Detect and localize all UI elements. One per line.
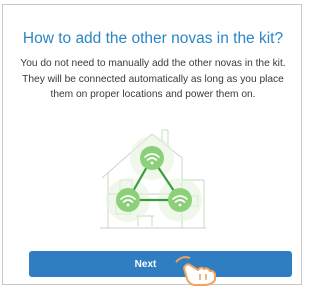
page-title: How to add the other novas in the kit?: [22, 30, 284, 47]
house-wifi-illustration: [100, 129, 206, 229]
description-text: You do not need to manually add the othe…: [20, 58, 286, 100]
hand-pointer-icon: [175, 256, 216, 286]
next-button[interactable]: Next: [29, 251, 292, 277]
next-button-label: Next: [134, 258, 157, 270]
